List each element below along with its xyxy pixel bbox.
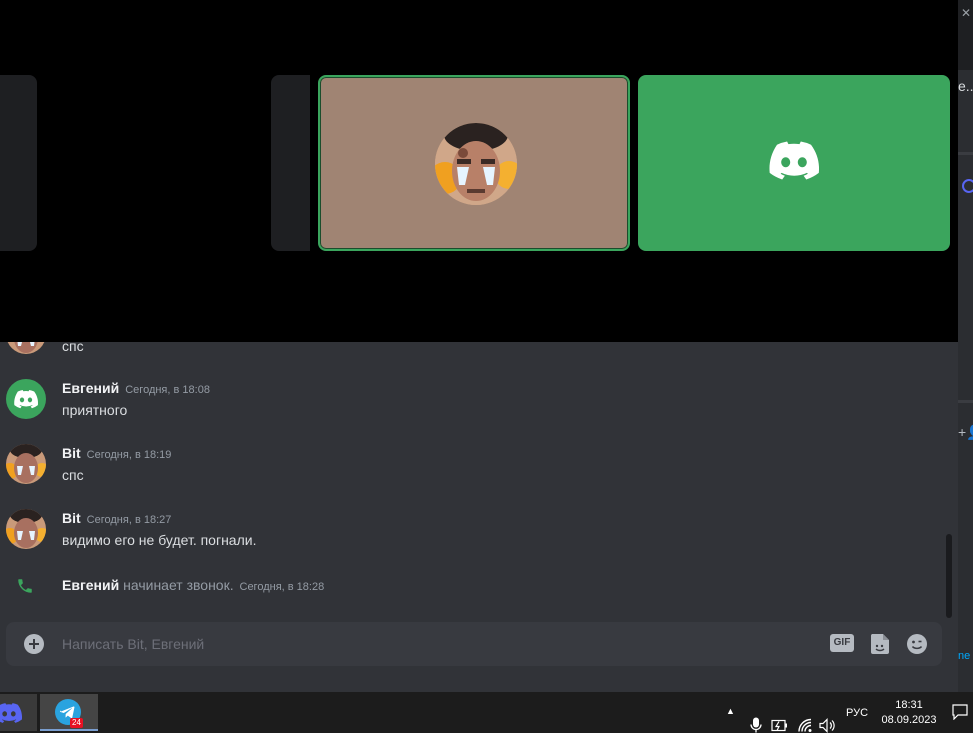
volume-icon[interactable]	[819, 705, 837, 733]
battery-charging-icon[interactable]	[771, 705, 789, 733]
discord-icon	[14, 390, 39, 409]
clock-time: 18:31	[895, 699, 923, 711]
message-timestamp: Сегодня, в 18:19	[86, 449, 172, 461]
chat-panel: спс Евгений Сегодня, в 18:08 приятного B…	[0, 342, 958, 692]
app-window: ✕ е.. +👤 ne спс	[0, 0, 973, 733]
author-name[interactable]: Евгений	[62, 380, 119, 396]
attach-plus-icon[interactable]	[24, 634, 44, 654]
message-timestamp: Сегодня, в 18:28	[239, 581, 325, 593]
message-text: спс	[62, 342, 84, 354]
user-avatar[interactable]	[6, 379, 46, 419]
sticker-icon[interactable]	[870, 633, 890, 655]
video-tile-partial-middle[interactable]	[271, 75, 310, 251]
system-clock[interactable]: 18:31 08.09.2023	[876, 698, 942, 728]
message-text: приятного	[62, 402, 128, 418]
message-input[interactable]	[62, 633, 762, 655]
windows-taskbar: 24 ▲ РУС 18:31 08.09.2023	[0, 692, 973, 733]
panel-title-fragment: е..	[958, 78, 973, 94]
divider	[958, 152, 973, 155]
taskbar-telegram-button[interactable]: 24	[40, 694, 98, 731]
user-avatar[interactable]	[6, 509, 46, 549]
phone-icon	[16, 577, 34, 600]
participant-avatar	[435, 123, 517, 205]
unread-badge: 24	[70, 718, 83, 728]
message-timestamp: Сегодня, в 18:27	[86, 514, 172, 526]
user-photo-icon	[6, 509, 46, 549]
discord-logo-icon	[769, 141, 820, 185]
notification-center-icon[interactable]	[952, 704, 968, 720]
panel-header: ✕	[958, 0, 973, 70]
user-photo-icon	[435, 123, 517, 205]
user-avatar[interactable]	[6, 342, 46, 354]
call-event-row: Евгений начинает звонок. Сегодня, в 18:2…	[62, 577, 324, 593]
divider	[958, 400, 973, 403]
call-stage	[0, 0, 958, 342]
microphone-icon[interactable]	[750, 705, 762, 733]
user-avatar[interactable]	[6, 444, 46, 484]
user-photo-icon	[6, 444, 46, 484]
call-event-text: начинает звонок.	[123, 577, 234, 593]
discord-icon	[0, 703, 22, 723]
message-timestamp: Сегодня, в 18:08	[125, 384, 210, 396]
author-name[interactable]: Bit	[62, 445, 81, 461]
clock-date: 08.09.2023	[881, 714, 937, 726]
members-panel-partial: ✕ е.. +👤 ne	[958, 0, 973, 692]
user-photo-icon	[6, 342, 46, 354]
message-header: Евгений Сегодня, в 18:08	[62, 380, 210, 396]
link-fragment[interactable]: ne	[958, 650, 970, 662]
participant-tile-bit[interactable]	[318, 75, 630, 251]
message-list[interactable]: спс Евгений Сегодня, в 18:08 приятного B…	[0, 342, 944, 620]
add-user-glyph: +	[958, 424, 967, 440]
input-language[interactable]: РУС	[846, 707, 868, 733]
message-header: Bit Сегодня, в 18:19	[62, 445, 171, 461]
message-text: видимо его не будет. погнали.	[62, 532, 257, 548]
video-tile-partial-left[interactable]	[0, 75, 37, 251]
tray-expand-icon[interactable]: ▲	[726, 706, 735, 733]
taskbar-discord-button[interactable]	[0, 694, 37, 731]
author-name[interactable]: Bit	[62, 510, 81, 526]
message-composer: GIF	[6, 622, 942, 666]
toggle-switch[interactable]	[962, 179, 973, 193]
author-name[interactable]: Евгений	[62, 577, 119, 593]
message-text: спс	[62, 467, 84, 483]
add-user-icon[interactable]: +👤	[958, 424, 973, 441]
participant-tile-evgeniy[interactable]	[638, 75, 950, 251]
emoji-icon[interactable]	[906, 633, 928, 655]
wifi-icon[interactable]	[797, 705, 815, 733]
close-icon[interactable]: ✕	[961, 6, 971, 20]
scrollbar-thumb[interactable]	[946, 534, 952, 618]
message-header: Bit Сегодня, в 18:27	[62, 510, 171, 526]
gif-button[interactable]: GIF	[830, 634, 854, 652]
